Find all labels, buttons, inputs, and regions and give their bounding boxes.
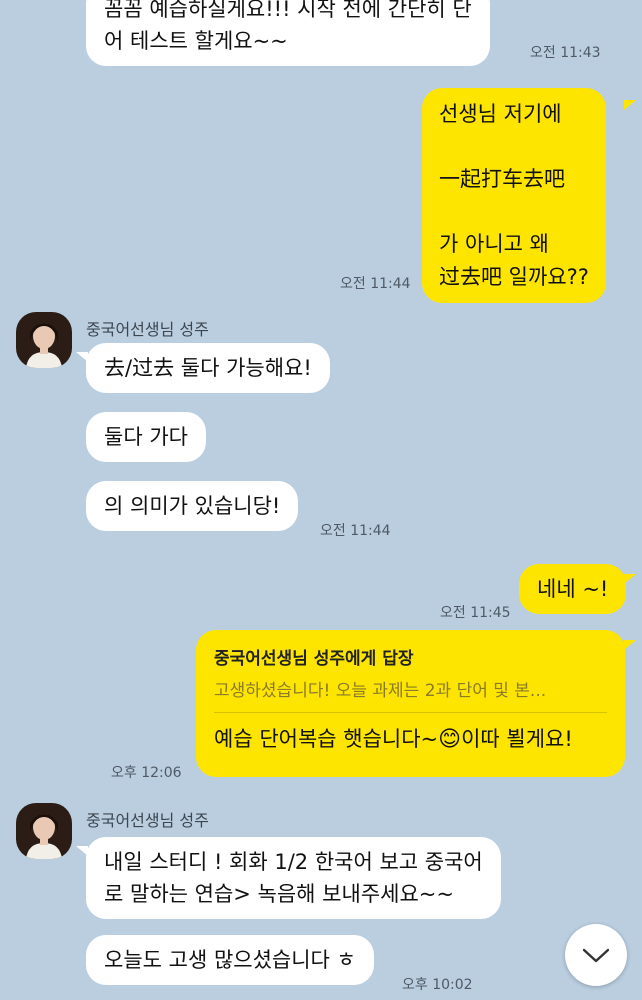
message-bubble-study-task[interactable]: 내일 스터디 ! 회화 1/2 한국어 보고 중국어 로 말하는 연습> 녹음해… [86,837,501,919]
chevron-down-icon [582,948,610,963]
scroll-to-bottom-button[interactable] [565,924,627,986]
avatar-photo-icon [16,803,72,859]
reply-text-before: 예습 단어복습 햇습니다~ [214,727,439,751]
reply-to-label: 중국어선생님 성주에게 답장 [214,649,414,669]
reply-text-line: 예습 단어복습 햇습니다~😊이따 뵐게요! [214,725,607,754]
message-bubble-thanks[interactable]: 오늘도 고생 많으셨습니다 ㅎ [86,935,374,985]
reply-message-bubble[interactable]: 중국어선생님 성주에게 답장 고생하셨습니다! 오늘 과제는 2과 단어 및 본… [196,630,625,777]
message-bubble-yes[interactable]: 네네 ~! [519,564,627,614]
message-time: 오전 11:45 [440,605,511,621]
bubble-tail [76,846,88,856]
message-time: 오전 11:43 [530,45,601,61]
smile-emoji-icon: 😊 [438,727,462,752]
avatar-photo-icon [16,312,72,368]
message-bubble-both-possible[interactable]: 去/过去 둘다 가능해요! [86,343,330,393]
sender-name: 중국어선생님 성주 [86,811,209,830]
message-time: 오후 12:06 [111,765,182,781]
message-time: 오전 11:44 [340,276,411,292]
message-bubble-question[interactable]: 선생님 저기에 一起打车去吧 가 아니고 왜 过去吧 일까요?? [422,88,606,303]
bubble-tail [624,100,636,110]
message-bubble-test-notice[interactable]: 꼼꼼 예습하실게요!!! 시작 전에 간단히 단 어 테스트 할게요~~ [86,0,490,66]
bubble-tail [624,574,636,584]
quoted-message[interactable]: 고생하셨습니다! 오늘 과제는 2과 단어 및 본... [214,676,607,701]
message-bubble-meaning[interactable]: 의 의미가 있습니당! [86,481,299,531]
reply-divider [214,712,607,713]
reply-text-after: 이따 뵐게요! [461,727,573,751]
message-bubble-both-go[interactable]: 둘다 가다 [86,412,206,462]
message-time: 오전 11:44 [320,523,391,539]
bubble-tail [624,640,636,650]
sender-avatar[interactable] [16,312,72,368]
message-time: 오후 10:02 [402,977,473,993]
bubble-tail [76,352,88,362]
sender-name: 중국어선생님 성주 [86,320,209,339]
sender-avatar[interactable] [16,803,72,859]
